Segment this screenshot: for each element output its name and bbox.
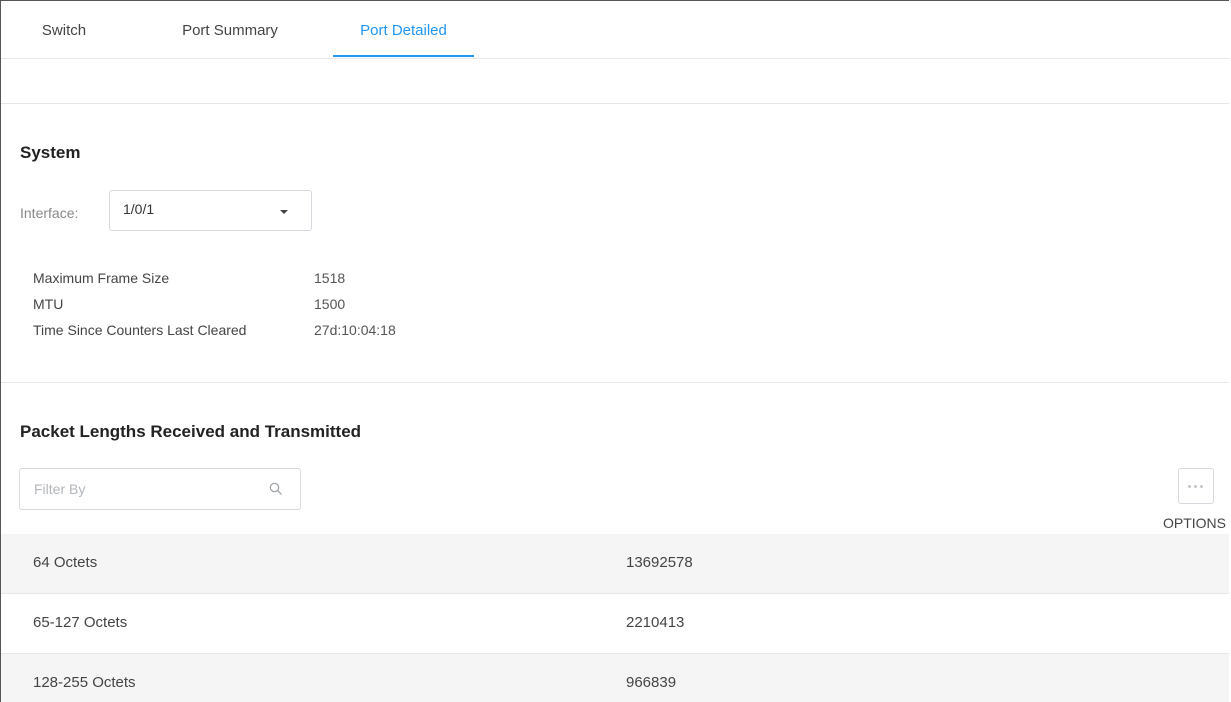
- table-row: 65-127 Octets 2210413: [1, 594, 1229, 654]
- max-frame-size-label: Maximum Frame Size: [33, 270, 170, 286]
- filter-input[interactable]: [19, 468, 301, 510]
- interface-select-value: 1/0/1: [123, 201, 155, 217]
- packet-count-cell: 13692578: [626, 554, 693, 571]
- port-detailed-page: Switch Port Summary Port Detailed System…: [0, 0, 1229, 702]
- octets-range-cell: 65-127 Octets: [33, 614, 128, 631]
- tab-port-summary[interactable]: Port Summary: [127, 1, 333, 57]
- tab-port-detailed[interactable]: Port Detailed: [333, 1, 474, 57]
- octets-range-cell: 128-255 Octets: [33, 674, 136, 691]
- interface-label: Interface:: [20, 205, 79, 221]
- interface-select[interactable]: 1/0/1: [109, 190, 312, 231]
- system-section-title: System: [20, 143, 81, 162]
- mtu-label: MTU: [33, 296, 64, 312]
- table-row: 128-255 Octets 966839: [1, 654, 1229, 702]
- caret-down-icon: [280, 210, 288, 214]
- search-icon[interactable]: [269, 482, 283, 496]
- options-button[interactable]: [1178, 468, 1214, 504]
- packet-lengths-title: Packet Lengths Received and Transmitted: [20, 422, 362, 441]
- counters-cleared-label: Time Since Counters Last Cleared: [33, 322, 247, 338]
- divider: [1, 103, 1229, 104]
- options-label: OPTIONS: [1163, 515, 1227, 531]
- max-frame-size-value: 1518: [314, 270, 346, 286]
- mtu-value: 1500: [314, 296, 346, 312]
- counters-cleared-value: 27d:10:04:18: [314, 322, 396, 338]
- divider: [1, 382, 1229, 383]
- octets-range-cell: 64 Octets: [33, 554, 98, 571]
- tab-switch[interactable]: Switch: [1, 1, 127, 57]
- packet-count-cell: 966839: [626, 674, 677, 691]
- more-horizontal-icon: [1188, 485, 1206, 488]
- tab-bar: Switch Port Summary Port Detailed: [1, 1, 1229, 59]
- packet-count-cell: 2210413: [626, 614, 685, 631]
- table-row: 64 Octets 13692578: [1, 534, 1229, 594]
